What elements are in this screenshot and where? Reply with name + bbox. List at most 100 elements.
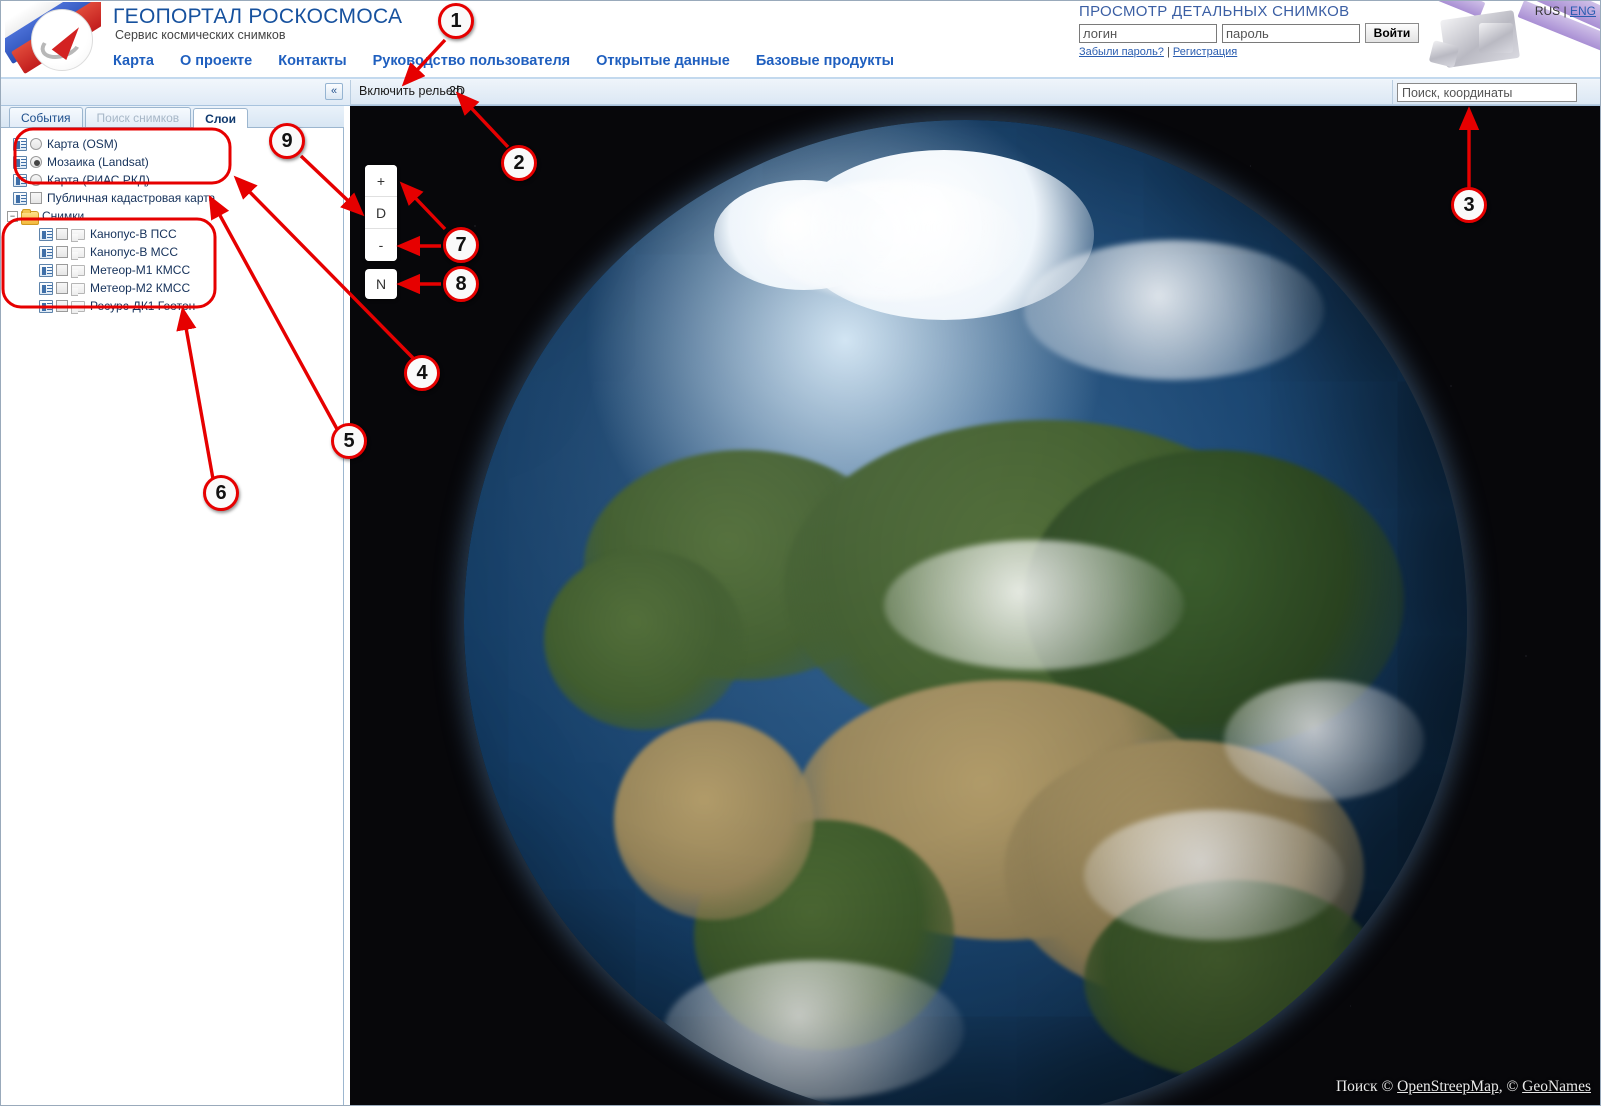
login-area: ПРОСМОТР ДЕТАЛЬНЫХ СНИМКОВ Войти Забыли … xyxy=(1079,3,1419,58)
password-field[interactable] xyxy=(1222,24,1360,43)
map-search-input[interactable] xyxy=(1397,83,1577,102)
checkbox-cadastral[interactable] xyxy=(30,192,42,204)
legend-icon[interactable] xyxy=(39,228,53,241)
nav-item-open-data[interactable]: Открытые данные xyxy=(596,53,730,69)
collapse-sidebar-button[interactable]: « xyxy=(325,83,343,100)
layer-row-landsat[interactable]: Мозаика (Landsat) xyxy=(7,153,344,171)
layer-chip-icon xyxy=(71,247,85,258)
north-button[interactable]: N xyxy=(365,269,397,299)
map-attribution: Поиск © OpenStreepMap, © GeoNames xyxy=(1336,1078,1591,1096)
zoom-controls: + D - xyxy=(365,165,397,261)
radio-osm[interactable] xyxy=(30,138,42,150)
cloud-south xyxy=(1084,810,1344,940)
nav-item-about[interactable]: О проекте xyxy=(180,53,252,69)
roscosmos-logo xyxy=(5,2,101,74)
page-subtitle: Сервис космических снимков xyxy=(115,28,285,42)
login-field[interactable] xyxy=(1079,24,1217,43)
attribution-geonames-link[interactable]: GeoNames xyxy=(1522,1078,1591,1095)
tab-events[interactable]: События xyxy=(9,107,83,127)
radio-rias-rkd[interactable] xyxy=(30,174,42,186)
login-links: Забыли пароль? | Регистрация xyxy=(1079,46,1419,58)
legend-icon[interactable] xyxy=(39,300,53,313)
landmass-arabia xyxy=(614,720,814,920)
globe-3d[interactable] xyxy=(464,120,1467,1106)
left-sidebar: События Поиск снимков Слои Карта (OSM) М… xyxy=(1,106,344,1106)
cloud-north xyxy=(1024,240,1324,380)
satellite-module xyxy=(1479,23,1513,53)
nav-item-base-products[interactable]: Базовые продукты xyxy=(756,53,894,69)
layer-label-meteor-m2: Метеор-М2 КМСС xyxy=(90,281,190,295)
logo-emblem xyxy=(31,9,93,71)
forgot-password-link[interactable]: Забыли пароль? xyxy=(1079,46,1164,58)
layer-row-kanopus-mss[interactable]: Канопус-В МСС xyxy=(7,243,344,261)
layer-row-osm[interactable]: Карта (OSM) xyxy=(7,135,344,153)
legend-icon[interactable] xyxy=(39,246,53,259)
map-mode-2d-button[interactable]: 2D xyxy=(449,84,465,98)
attribution-osm-link[interactable]: OpenStreepMap xyxy=(1397,1078,1499,1095)
checkbox-kanopus-pss[interactable] xyxy=(56,228,68,240)
map-toolbar: Включить рельеф 2D xyxy=(350,80,1393,105)
main-navigation: Карта О проекте Контакты Руководство пол… xyxy=(113,53,894,69)
language-switcher: RUS | ENG xyxy=(1535,4,1596,18)
layer-label-resurs-dk1: Ресурс-ДК1 Геотон xyxy=(90,299,195,313)
legend-icon[interactable] xyxy=(13,138,27,151)
geoportal-app: ГЕОПОРТАЛ РОСКОСМОСА Сервис космических … xyxy=(0,0,1601,1106)
layer-row-kanopus-pss[interactable]: Канопус-В ПСС xyxy=(7,225,344,243)
layer-label-meteor-m1: Метеор-М1 КМСС xyxy=(90,263,190,277)
legend-icon[interactable] xyxy=(39,282,53,295)
nav-item-map[interactable]: Карта xyxy=(113,53,154,69)
attribution-comma: , © xyxy=(1499,1078,1519,1095)
checkbox-meteor-m2[interactable] xyxy=(56,282,68,294)
folder-icon xyxy=(21,210,37,223)
landmass-scandinavia xyxy=(544,550,744,730)
layer-row-rias-rkd[interactable]: Карта (РИАС РКД) xyxy=(7,171,344,189)
layer-label-cadastral: Публичная кадастровая карта xyxy=(47,191,215,205)
nav-item-user-guide[interactable]: Руководство пользователя xyxy=(373,53,571,69)
attribution-prefix: Поиск © xyxy=(1336,1078,1393,1095)
folder-row-images[interactable]: − Снимки xyxy=(7,207,344,225)
expander-icon[interactable]: − xyxy=(7,211,18,222)
legend-icon[interactable] xyxy=(13,192,27,205)
zoom-in-button[interactable]: + xyxy=(365,165,397,197)
layer-row-meteor-m2[interactable]: Метеор-М2 КМСС xyxy=(7,279,344,297)
layer-row-meteor-m1[interactable]: Метеор-М1 КМСС xyxy=(7,261,344,279)
layer-label-kanopus-mss: Канопус-В МСС xyxy=(90,245,178,259)
checkbox-meteor-m1[interactable] xyxy=(56,264,68,276)
cloud-arctic xyxy=(764,180,1024,300)
login-links-separator: | xyxy=(1167,46,1170,58)
map-viewport[interactable]: Поиск © OpenStreepMap, © GeoNames xyxy=(350,106,1601,1106)
relief-toggle-label[interactable]: Включить рельеф xyxy=(359,84,463,98)
layer-label-kanopus-pss: Канопус-В ПСС xyxy=(90,227,177,241)
page-title: ГЕОПОРТАЛ РОСКОСМОСА xyxy=(113,5,402,29)
drag-mode-button[interactable]: D xyxy=(365,197,397,229)
checkbox-kanopus-mss[interactable] xyxy=(56,246,68,258)
lang-separator: | xyxy=(1564,4,1567,18)
legend-icon[interactable] xyxy=(13,174,27,187)
layer-row-cadastral[interactable]: Публичная кадастровая карта xyxy=(7,189,344,207)
login-area-title: ПРОСМОТР ДЕТАЛЬНЫХ СНИМКОВ xyxy=(1079,3,1419,20)
zoom-out-button[interactable]: - xyxy=(365,229,397,261)
legend-icon[interactable] xyxy=(39,264,53,277)
layer-label-landsat: Мозаика (Landsat) xyxy=(47,155,149,169)
nav-item-contacts[interactable]: Контакты xyxy=(278,53,346,69)
lang-current-rus[interactable]: RUS xyxy=(1535,4,1560,18)
layer-chip-icon xyxy=(71,229,85,240)
tab-image-search[interactable]: Поиск снимков xyxy=(85,107,192,127)
cloud-southwest xyxy=(664,960,964,1100)
tab-layers[interactable]: Слои xyxy=(193,108,248,128)
layer-row-resurs-dk1[interactable]: Ресурс-ДК1 Геотон xyxy=(7,297,344,315)
sidebar-tabs: События Поиск снимков Слои xyxy=(1,106,344,128)
map-search-container xyxy=(1393,80,1601,105)
register-link[interactable]: Регистрация xyxy=(1173,46,1237,58)
radio-landsat[interactable] xyxy=(30,156,42,168)
legend-icon[interactable] xyxy=(13,156,27,169)
cloud-central xyxy=(884,540,1184,670)
login-submit-button[interactable]: Войти xyxy=(1365,23,1419,43)
layer-chip-icon xyxy=(71,283,85,294)
layer-label-osm: Карта (OSM) xyxy=(47,137,118,151)
checkbox-resurs-dk1[interactable] xyxy=(56,300,68,312)
layer-tree: Карта (OSM) Мозаика (Landsat) Карта (РИА… xyxy=(1,129,344,315)
lang-eng[interactable]: ENG xyxy=(1570,4,1596,18)
cloud-east xyxy=(1224,680,1424,800)
page-header: ГЕОПОРТАЛ РОСКОСМОСА Сервис космических … xyxy=(1,1,1601,79)
